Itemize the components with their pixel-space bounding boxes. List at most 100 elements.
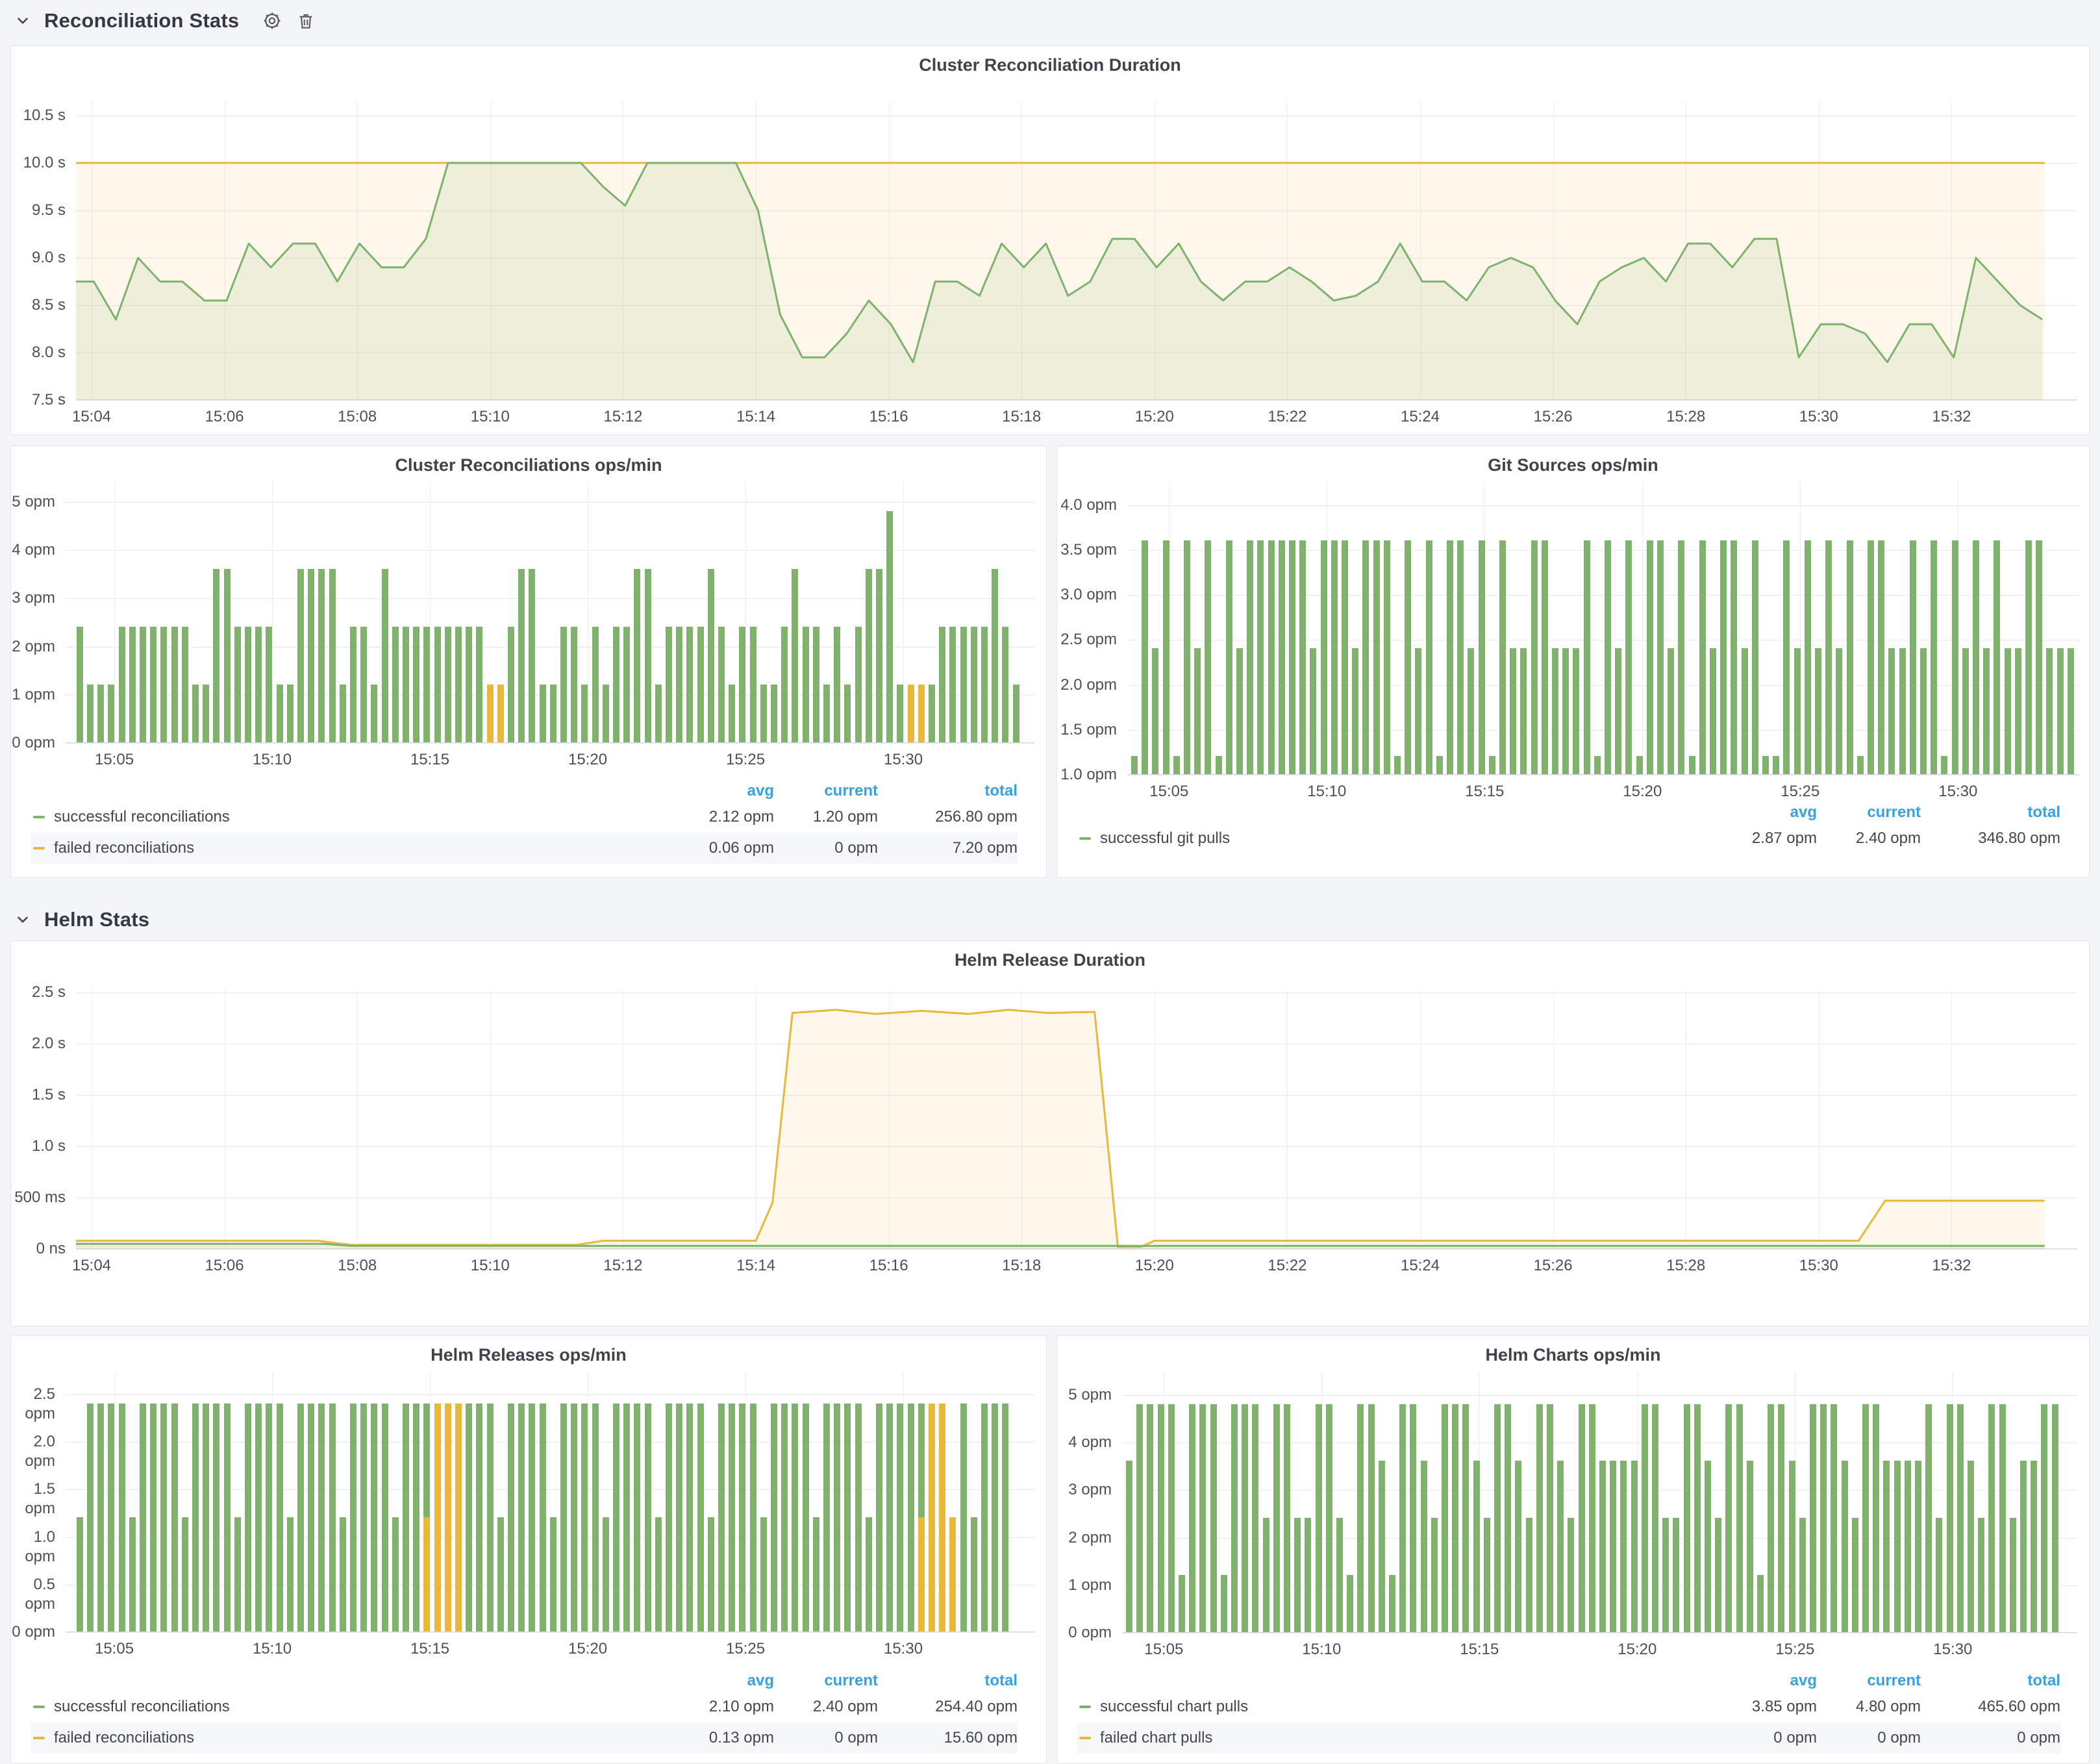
panel-title[interactable]: Cluster Reconciliation Duration xyxy=(11,55,2089,75)
bar xyxy=(739,627,745,742)
bar xyxy=(1899,648,1906,774)
bar xyxy=(1547,1404,1553,1632)
bar xyxy=(792,569,798,742)
bar xyxy=(1952,540,1958,774)
bar-failed xyxy=(949,1517,956,1632)
chevron-down-icon[interactable] xyxy=(10,8,35,33)
bar xyxy=(1625,540,1632,774)
bar xyxy=(1321,540,1327,774)
bar xyxy=(1352,648,1358,774)
legend-col-current[interactable]: current xyxy=(774,782,878,800)
legend-col-total[interactable]: total xyxy=(1921,1672,2060,1690)
bar xyxy=(1531,540,1538,774)
series-label[interactable]: failed reconciliations xyxy=(54,839,651,857)
bar xyxy=(340,685,346,742)
series-label[interactable]: successful reconciliations xyxy=(54,808,651,826)
bar xyxy=(97,685,104,742)
bar xyxy=(1284,1404,1290,1632)
series-color-dash xyxy=(33,1706,45,1708)
stat-total: 465.60 opm xyxy=(1921,1698,2060,1716)
section-helm-stats[interactable]: Helm Stats xyxy=(10,904,149,935)
bar xyxy=(1247,540,1253,774)
y-tick-label: 0 opm xyxy=(11,733,55,753)
series-label[interactable]: successful chart pulls xyxy=(1100,1698,1694,1716)
x-tick-label: 15:12 xyxy=(577,1257,668,1275)
bar xyxy=(192,1404,199,1632)
panel-title[interactable]: Git Sources ops/min xyxy=(1057,455,2089,475)
plot-area[interactable]: 0 opm0.5 opm1.0 opm1.5 opm2.0 opm2.5 opm… xyxy=(66,1372,1034,1632)
plot-area[interactable]: 0 opm1 opm2 opm3 opm4 opm5 opm15:0515:10… xyxy=(1122,1372,2077,1633)
plot-area[interactable]: 0 opm1 opm2 opm3 opm4 opm5 opm15:0515:10… xyxy=(66,482,1034,743)
x-tick-label: 15:30 xyxy=(1907,1641,1998,1659)
series-label[interactable]: successful reconciliations xyxy=(54,1698,651,1716)
panel-title[interactable]: Helm Releases ops/min xyxy=(11,1345,1046,1365)
plot-area[interactable]: 1.0 opm1.5 opm2.0 opm2.5 opm3.0 opm3.5 o… xyxy=(1127,482,2080,775)
bar-failed xyxy=(939,1404,945,1632)
bar xyxy=(529,569,535,742)
panel-title[interactable]: Helm Charts ops/min xyxy=(1057,1345,2089,1365)
bar xyxy=(1142,540,1148,774)
x-tick-label: 15:22 xyxy=(1242,1257,1332,1275)
bar xyxy=(1599,1461,1606,1632)
bar xyxy=(623,1404,630,1632)
series-color-dash xyxy=(33,816,45,818)
series-label[interactable]: failed reconciliations xyxy=(54,1729,651,1747)
bar xyxy=(1536,1404,1543,1632)
bar xyxy=(1405,540,1411,774)
bar xyxy=(1002,627,1008,742)
gridline xyxy=(66,743,1034,744)
y-tick-label: 1 opm xyxy=(11,685,55,705)
legend-row: failed chart pulls 0 opm 0 opm 0 opm xyxy=(1077,1722,2060,1754)
bar xyxy=(182,627,188,742)
plot-area[interactable]: 7.5 s8.0 s8.5 s9.0 s9.5 s10.0 s10.5 s15:… xyxy=(76,101,2077,400)
panel-title[interactable]: Cluster Reconciliations ops/min xyxy=(11,455,1046,475)
bar xyxy=(560,627,567,742)
y-tick-label: 5 opm xyxy=(11,492,55,512)
bar xyxy=(529,1404,535,1632)
legend-col-total[interactable]: total xyxy=(878,1672,1018,1690)
legend-col-total[interactable]: total xyxy=(1921,803,2060,822)
x-tick-label: 15:30 xyxy=(858,1640,949,1658)
legend-col-current[interactable]: current xyxy=(1817,803,1921,822)
bar xyxy=(150,1404,156,1632)
bar xyxy=(277,1404,283,1632)
bar xyxy=(1379,1461,1385,1632)
bar xyxy=(1326,1404,1332,1632)
section-reconciliation-stats[interactable]: Reconciliation Stats xyxy=(10,5,318,36)
section-title[interactable]: Helm Stats xyxy=(44,908,149,931)
legend-col-current[interactable]: current xyxy=(774,1672,878,1690)
bar xyxy=(1384,540,1390,774)
series-label[interactable]: successful git pulls xyxy=(1100,829,1694,848)
panel-title[interactable]: Helm Release Duration xyxy=(11,950,2089,970)
bar xyxy=(508,627,514,742)
bar xyxy=(350,627,356,742)
section-title[interactable]: Reconciliation Stats xyxy=(44,9,239,32)
x-tick-label: 15:06 xyxy=(179,1257,270,1275)
y-tick-label: 2.5 opm xyxy=(1057,630,1117,649)
legend-col-current[interactable]: current xyxy=(1817,1672,1921,1690)
trash-icon[interactable] xyxy=(294,8,318,33)
bar xyxy=(434,627,441,742)
legend-col-avg[interactable]: avg xyxy=(651,1672,774,1690)
legend-col-total[interactable]: total xyxy=(878,782,1018,800)
bar xyxy=(2020,1461,2027,1632)
bar xyxy=(1447,540,1453,774)
legend-col-avg[interactable]: avg xyxy=(1694,1672,1817,1690)
legend-col-avg[interactable]: avg xyxy=(1694,803,1817,822)
bar xyxy=(1668,648,1674,774)
bar xyxy=(1368,1404,1375,1632)
plot-area[interactable]: 0 ns500 ms1.0 s1.5 s2.0 s2.5 s15:0415:06… xyxy=(76,990,2077,1249)
x-tick-label: 15:30 xyxy=(1912,783,2003,801)
bar xyxy=(1362,540,1369,774)
bar xyxy=(666,1404,672,1632)
legend-col-avg[interactable]: avg xyxy=(651,782,774,800)
bar xyxy=(897,685,903,742)
stat-current: 4.80 opm xyxy=(1817,1698,1921,1716)
bar xyxy=(2068,648,2074,774)
gear-icon[interactable] xyxy=(260,8,284,33)
bar xyxy=(844,1404,851,1632)
chevron-down-icon[interactable] xyxy=(10,907,35,932)
bar xyxy=(1831,1404,1837,1632)
bar xyxy=(1799,1518,1806,1632)
series-label[interactable]: failed chart pulls xyxy=(1100,1729,1694,1747)
